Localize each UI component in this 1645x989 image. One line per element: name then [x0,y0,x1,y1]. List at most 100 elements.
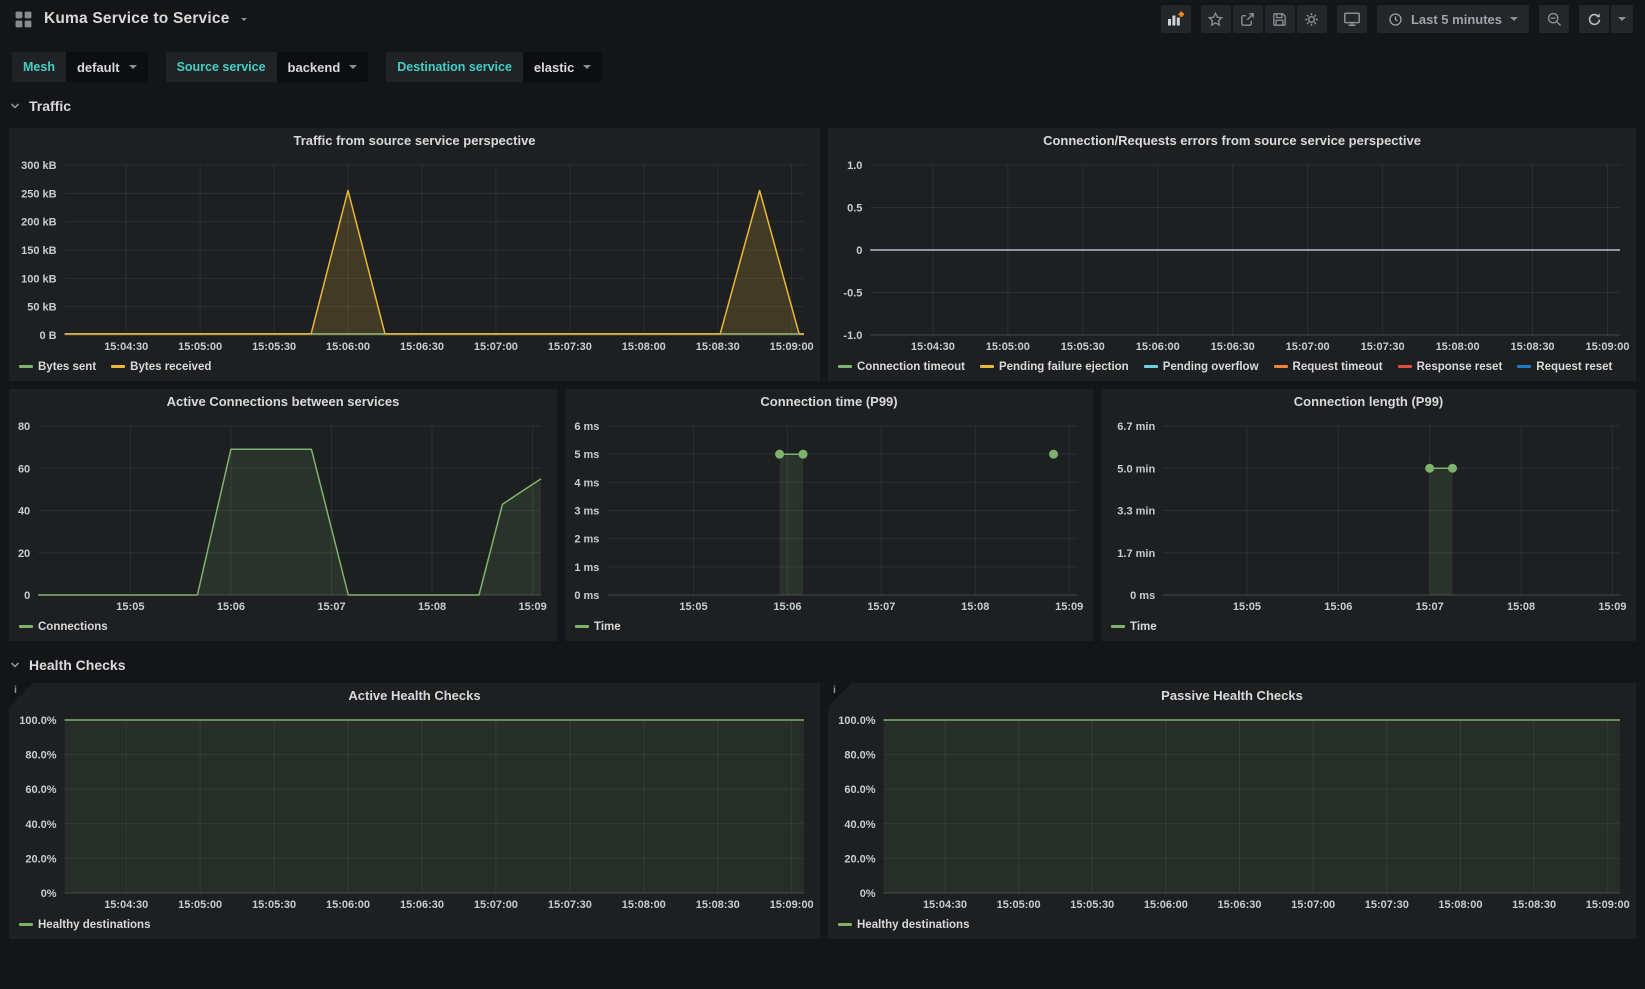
svg-text:100 kB: 100 kB [21,273,57,285]
legend-item-connections[interactable]: Connections [19,621,108,633]
traffic-chart-plot[interactable]: 15:04:3015:05:0015:05:3015:06:0015:06:30… [9,153,820,355]
variable-mesh-select[interactable]: default [66,52,148,82]
svg-text:15:05:30: 15:05:30 [1070,899,1114,911]
passive-health-chart-plot[interactable]: 15:04:3015:05:0015:05:3015:06:0015:06:30… [828,708,1636,913]
panel-title[interactable]: Active Health Checks [9,683,820,708]
svg-text:0.5: 0.5 [847,203,862,215]
svg-text:60: 60 [18,463,30,475]
legend-item-time[interactable]: Time [1111,621,1157,633]
panel-connection-time: Connection time (P99) 15:0515:0615:0715:… [565,389,1093,641]
time-picker-button[interactable]: Last 5 minutes [1377,5,1529,33]
variable-source-service-label: Source service [166,52,277,82]
save-button[interactable] [1265,5,1295,33]
svg-text:15:09: 15:09 [519,601,547,613]
panel-title[interactable]: Connection/Requests errors from source s… [828,128,1636,153]
refresh-button[interactable] [1579,5,1609,33]
panel-title[interactable]: Passive Health Checks [828,683,1636,708]
panel-title[interactable]: Connection length (P99) [1101,389,1636,414]
svg-text:15:07: 15:07 [317,601,345,613]
legend-item-healthy-destinations[interactable]: Healthy destinations [838,919,969,931]
panel-title[interactable]: Connection time (P99) [565,389,1093,414]
svg-text:15:07:00: 15:07:00 [474,899,518,911]
legend-item-request-timeout[interactable]: Request timeout [1274,361,1383,373]
svg-text:15:09: 15:09 [1598,601,1626,613]
dashboard-title-button[interactable]: Kuma Service to Service [14,10,247,29]
legend-item-pending-overflow[interactable]: Pending overflow [1144,361,1259,373]
svg-text:80: 80 [18,421,30,433]
legend-label: Bytes sent [38,361,96,373]
row-header-health-checks[interactable]: Health Checks [9,653,1636,677]
zoom-out-button[interactable] [1539,5,1569,33]
star-button[interactable] [1201,5,1231,33]
refresh-interval-button[interactable] [1611,5,1633,33]
legend-label: Request reset [1536,361,1612,373]
panel-info-corner[interactable] [9,683,33,707]
panel-active-connections: Active Connections between services 15:0… [9,389,557,641]
legend-item-healthy-destinations[interactable]: Healthy destinations [19,919,150,931]
chevron-down-icon [9,659,21,671]
connections-chart-plot[interactable]: 15:0515:0615:0715:0815:09020406080 [9,414,557,615]
dashboards-grid-icon [14,10,33,29]
svg-text:3 ms: 3 ms [574,506,599,518]
legend-swatch [838,365,852,368]
svg-text:100.0%: 100.0% [19,715,57,727]
svg-text:20: 20 [18,548,30,560]
legend-label: Pending overflow [1163,361,1259,373]
svg-text:0 B: 0 B [39,330,56,342]
traffic-row2-panels: Active Connections between services 15:0… [0,389,1645,641]
legend-label: Healthy destinations [38,919,150,931]
panel-info-corner[interactable] [828,683,852,707]
gear-icon [1303,11,1320,28]
legend-swatch [1517,365,1531,368]
variable-source-service-value: backend [288,60,341,75]
variable-destination-service-select[interactable]: elastic [523,52,602,82]
info-icon[interactable]: i [14,684,17,696]
svg-text:0 ms: 0 ms [574,590,599,602]
time-picker-caret-icon [1510,17,1518,21]
legend-item-pending-failure-ejection[interactable]: Pending failure ejection [980,361,1129,373]
legend-item-time[interactable]: Time [575,621,621,633]
svg-text:15:07:00: 15:07:00 [474,341,518,353]
legend-item-connection-timeout[interactable]: Connection timeout [838,361,965,373]
svg-text:5 ms: 5 ms [574,449,599,461]
svg-text:15:05:00: 15:05:00 [178,341,222,353]
legend-item-request-reset[interactable]: Request reset [1517,361,1612,373]
svg-text:80.0%: 80.0% [844,750,875,762]
variable-source-service-select[interactable]: backend [277,52,369,82]
legend-label: Time [1130,621,1157,633]
variable-source-service: Source service backend [166,52,369,82]
legend-item-bytes-received[interactable]: Bytes received [111,361,211,373]
legend-item-bytes-sent[interactable]: Bytes sent [19,361,96,373]
connection-time-chart-plot[interactable]: 15:0515:0615:0715:0815:090 ms1 ms2 ms3 m… [565,414,1093,615]
share-button[interactable] [1233,5,1263,33]
svg-text:15:09:00: 15:09:00 [770,341,814,353]
variable-destination-service-value: elastic [534,60,574,75]
panel-title[interactable]: Traffic from source service perspective [9,128,820,153]
svg-text:50 kB: 50 kB [27,302,56,314]
svg-text:15:06: 15:06 [773,601,801,613]
active-health-chart-plot[interactable]: 15:04:3015:05:0015:05:3015:06:0015:06:30… [9,708,820,913]
add-panel-button[interactable] [1161,5,1191,33]
legend-label: Connection timeout [857,361,965,373]
variable-destination-service-label: Destination service [386,52,523,82]
svg-text:15:06:00: 15:06:00 [326,899,370,911]
errors-chart-plot[interactable]: 15:04:3015:05:0015:05:3015:06:0015:06:30… [828,153,1636,355]
tv-cycle-button[interactable] [1337,5,1367,33]
settings-button[interactable] [1297,5,1327,33]
svg-text:15:07: 15:07 [867,601,895,613]
connection-length-chart-plot[interactable]: 15:0515:0615:0715:0815:090 ms1.7 min3.3 … [1101,414,1636,615]
svg-text:0 ms: 0 ms [1130,590,1155,602]
info-icon[interactable]: i [833,684,836,696]
chart-svg: 15:0515:0615:0715:0815:090 ms1.7 min3.3 … [1101,414,1636,615]
star-icon [1207,11,1224,28]
svg-text:150 kB: 150 kB [21,245,57,257]
svg-text:15:09:00: 15:09:00 [770,899,814,911]
chevron-down-icon [129,65,137,69]
legend-item-response-reset[interactable]: Response reset [1398,361,1503,373]
svg-text:200 kB: 200 kB [21,217,57,229]
navbar: Kuma Service to Service [0,0,1645,36]
svg-text:60.0%: 60.0% [25,784,56,796]
svg-text:15:05:00: 15:05:00 [997,899,1041,911]
panel-title[interactable]: Active Connections between services [9,389,557,414]
row-header-traffic[interactable]: Traffic [9,94,1636,118]
